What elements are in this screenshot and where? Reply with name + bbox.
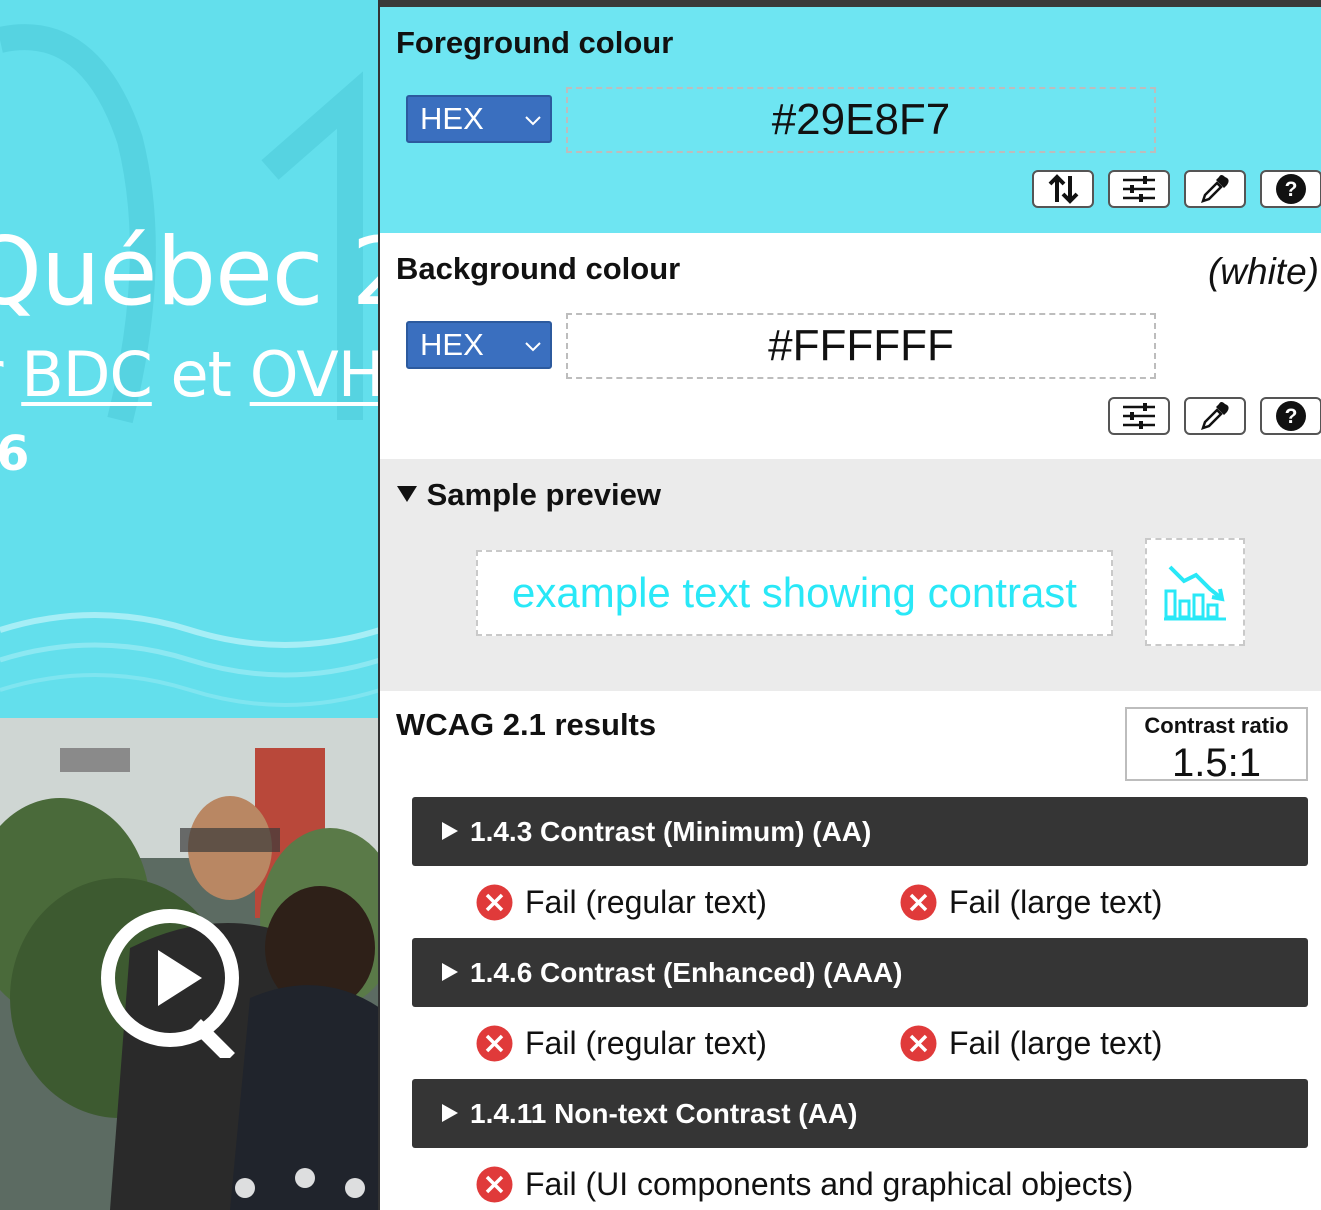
sample-text-preview: example text showing contrast [476,550,1113,636]
wcag-results-section: WCAG 2.1 results Contrast ratio 1.5:1 1.… [380,691,1321,1210]
background-section: Background colour (white) HEX #FFFFFF ? [380,233,1321,459]
sliders-icon [1123,403,1155,429]
triangle-right-icon [442,963,458,981]
help-icon: ? [1276,401,1306,431]
foreground-title: Foreground colour [396,25,674,60]
background-hex-input[interactable]: #FFFFFF [566,313,1156,379]
result-text: Fail (large text) [949,1025,1163,1061]
svg-text:?: ? [1285,178,1298,201]
background-color-name: (white) [1207,251,1319,292]
fail-x-icon [900,1025,937,1062]
triangle-down-icon [397,486,417,502]
result-item: Fail (regular text) [476,884,767,921]
fail-x-icon [900,884,937,921]
ovh-link[interactable]: OVH [250,338,380,411]
result-text: Fail (UI components and graphical object… [525,1166,1134,1202]
sample-preview-section: Sample preview example text showing cont… [380,459,1321,691]
hero-title: Québec 2 [0,218,380,327]
chevron-down-icon [525,116,541,126]
result-text: Fail (regular text) [525,1025,767,1061]
triangle-right-icon [442,822,458,840]
hero-subtitle: r BDC et OVH [0,338,380,411]
panel-top-border [380,0,1321,7]
svg-text:?: ? [1285,405,1298,428]
criterion-1-4-11-toggle[interactable]: 1.4.11 Non-text Contrast (AA) [412,1079,1308,1148]
chart-sample-icon [1164,565,1226,621]
background-format-value: HEX [420,327,484,362]
eyedropper-icon [1201,175,1229,203]
criterion-1-4-6-toggle[interactable]: 1.4.6 Contrast (Enhanced) (AAA) [412,938,1308,1007]
background-sliders-button[interactable] [1108,397,1170,435]
contrast-checker-panel: Foreground colour HEX #29E8F7 ? Backgrou… [378,0,1321,1210]
contrast-ratio-value: 1.5:1 [1172,741,1261,785]
background-format-select[interactable]: HEX [406,321,552,369]
result-text: Fail (regular text) [525,884,767,920]
sliders-icon [1123,176,1155,202]
triangle-right-icon [442,1104,458,1122]
background-webpage: Québec 2 r BDC et OVH 6 [0,0,380,1210]
background-title: Background colour [396,251,681,286]
fail-x-icon [476,1025,513,1062]
foreground-format-select[interactable]: HEX [406,95,552,143]
hero-number: 6 [0,426,30,482]
sample-preview-toggle[interactable]: Sample preview [396,477,661,513]
chevron-down-icon [525,342,541,352]
foreground-sliders-button[interactable] [1108,170,1170,208]
bdc-link[interactable]: BDC [21,338,153,411]
result-text: Fail (large text) [949,884,1163,920]
contrast-ratio-label: Contrast ratio [1144,713,1289,738]
foreground-section: Foreground colour HEX #29E8F7 ? [380,7,1321,233]
help-icon: ? [1276,174,1306,204]
result-item: Fail (large text) [900,884,1162,921]
swap-colors-icon [1048,174,1079,204]
result-item: Fail (regular text) [476,1025,767,1062]
result-item: Fail (large text) [900,1025,1162,1062]
contrast-ratio-box: Contrast ratio 1.5:1 [1125,707,1308,785]
sample-graphic-preview [1145,538,1245,646]
hero-sub-mid: et [170,338,232,411]
hero-banner: Québec 2 r BDC et OVH 6 [0,0,380,718]
criterion-1-4-3-toggle[interactable]: 1.4.3 Contrast (Minimum) (AA) [412,797,1308,866]
sample-preview-title: Sample preview [426,477,661,512]
hero-sub-prefix: r [0,338,3,411]
video-thumbnail[interactable] [0,718,380,1210]
foreground-hex-input[interactable]: #29E8F7 [566,87,1156,153]
eyedropper-icon [1201,402,1229,430]
fail-x-icon [476,884,513,921]
fail-x-icon [476,1166,513,1203]
background-help-button[interactable]: ? [1260,397,1321,435]
criterion-label: 1.4.3 Contrast (Minimum) (AA) [470,816,872,847]
criterion-label: 1.4.6 Contrast (Enhanced) (AAA) [470,957,903,988]
foreground-help-button[interactable]: ? [1260,170,1321,208]
foreground-format-value: HEX [420,101,484,136]
result-item: Fail (UI components and graphical object… [476,1166,1133,1203]
wcag-results-title: WCAG 2.1 results [396,707,657,742]
background-eyedropper-button[interactable] [1184,397,1246,435]
foreground-eyedropper-button[interactable] [1184,170,1246,208]
play-icon[interactable] [100,908,250,1058]
criterion-label: 1.4.11 Non-text Contrast (AA) [470,1098,858,1129]
swap-colors-button[interactable] [1032,170,1094,208]
